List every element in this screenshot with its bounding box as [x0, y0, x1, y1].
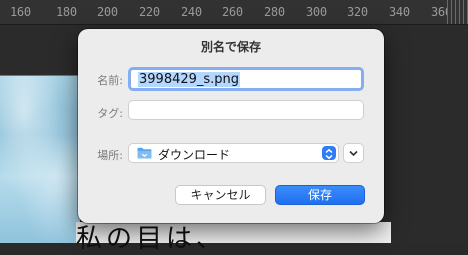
dialog-title: 別名で保存 [200, 40, 261, 54]
ruler-label: 320 [347, 5, 368, 19]
filename-value: 3998429_s.png [138, 72, 241, 87]
location-value: ダウンロード [158, 148, 231, 162]
save-as-dialog: 別名で保存 名前: 3998429_s.png タグ: 場所: ダウンロード キ… [78, 29, 384, 223]
location-label: 場所: [97, 149, 123, 162]
tags-label: タグ: [97, 107, 123, 120]
cancel-button[interactable]: キャンセル [175, 185, 266, 205]
chevron-down-icon [349, 150, 358, 157]
up-down-chevron-icon[interactable] [322, 146, 336, 160]
ruler-label: 160 [10, 5, 31, 19]
ruler-label: 200 [97, 5, 118, 19]
ruler-label: 260 [222, 5, 243, 19]
filename-field[interactable]: 3998429_s.png [128, 67, 364, 91]
ruler-marker [447, 0, 468, 24]
canvas-text: 私の目は、 [76, 224, 227, 254]
ruler-label: 300 [306, 5, 327, 19]
ruler-label: 340 [389, 5, 410, 19]
save-button[interactable]: 保存 [275, 185, 365, 205]
name-label: 名前: [97, 74, 123, 87]
ruler-label: 180 [56, 5, 77, 19]
location-select[interactable]: ダウンロード [128, 143, 339, 163]
expand-dialog-button[interactable] [343, 143, 364, 163]
ruler-label: 220 [139, 5, 160, 19]
canvas-image [0, 76, 80, 243]
ruler-label: 280 [264, 5, 285, 19]
ruler-label: 240 [181, 5, 202, 19]
tags-field[interactable] [128, 100, 364, 120]
horizontal-ruler: 160 180 200 220 240 260 280 300 320 340 … [0, 0, 468, 25]
folder-icon [137, 147, 152, 159]
